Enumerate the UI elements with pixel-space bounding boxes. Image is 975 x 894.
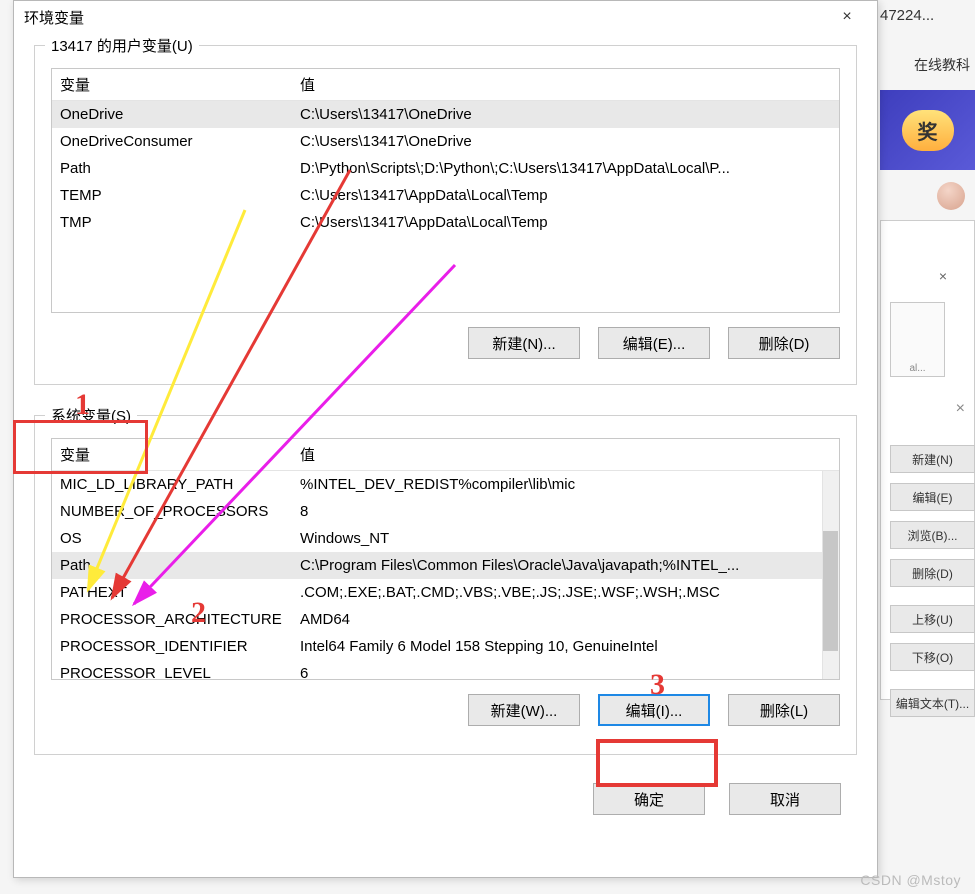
table-row[interactable]: PathD:\Python\Scripts\;D:\Python\;C:\Use… [52, 155, 839, 182]
var-name: MIC_LD_LIBRARY_PATH [52, 471, 292, 498]
system-edit-button[interactable]: 编辑(I)... [598, 694, 710, 726]
var-value: Intel64 Family 6 Model 158 Stepping 10, … [292, 633, 839, 660]
col-value[interactable]: 值 [292, 69, 839, 100]
system-delete-button[interactable]: 删除(L) [728, 694, 840, 726]
var-name: PROCESSOR_ARCHITECTURE [52, 606, 292, 633]
var-name: PROCESSOR_IDENTIFIER [52, 633, 292, 660]
system-vars-group: 系统变量(S) 变量 值 MIC_LD_LIBRARY_PATH%INTEL_D… [34, 415, 857, 755]
bg-banner-badge: 奖 [902, 110, 954, 151]
side-edit-text-button[interactable]: 编辑文本(T)... [890, 689, 975, 717]
table-row[interactable]: PathC:\Program Files\Common Files\Oracle… [52, 552, 839, 579]
var-value: C:\Program Files\Common Files\Oracle\Jav… [292, 552, 839, 579]
system-new-button[interactable]: 新建(W)... [468, 694, 580, 726]
ok-button[interactable]: 确定 [593, 783, 705, 815]
var-name: PROCESSOR_LEVEL [52, 660, 292, 680]
bg-panel-close-icon[interactable]: × [939, 268, 947, 284]
table-row[interactable]: OneDriveC:\Users\13417\OneDrive [52, 101, 839, 128]
var-name: Path [52, 155, 292, 182]
avatar[interactable] [937, 182, 965, 210]
dialog-title: 环境变量 [24, 7, 84, 28]
scrollbar[interactable] [822, 471, 839, 680]
user-delete-button[interactable]: 删除(D) [728, 327, 840, 359]
col-value[interactable]: 值 [292, 439, 839, 470]
var-name: Path [52, 552, 292, 579]
var-value: Windows_NT [292, 525, 839, 552]
side-up-button[interactable]: 上移(U) [890, 605, 975, 633]
bg-online-link[interactable]: 在线教科 [914, 55, 970, 75]
table-row[interactable]: PROCESSOR_LEVEL6 [52, 660, 839, 680]
system-vars-header: 变量 值 [52, 439, 839, 471]
table-row[interactable]: TEMPC:\Users\13417\AppData\Local\Temp [52, 182, 839, 209]
system-vars-table[interactable]: 变量 值 MIC_LD_LIBRARY_PATH%INTEL_DEV_REDIS… [51, 438, 840, 680]
side-delete-button[interactable]: 删除(D) [890, 559, 975, 587]
var-name: OneDriveConsumer [52, 128, 292, 155]
var-value: 8 [292, 498, 839, 525]
user-vars-title: 13417 的用户变量(U) [45, 35, 199, 56]
table-row[interactable]: TMPC:\Users\13417\AppData\Local\Temp [52, 209, 839, 236]
watermark: CSDN @Mstoy [860, 872, 961, 888]
bg-panel-thumb: al... [890, 302, 945, 377]
side-edit-button[interactable]: 编辑(E) [890, 483, 975, 511]
var-value: C:\Users\13417\OneDrive [292, 128, 839, 155]
user-vars-group: 13417 的用户变量(U) 变量 值 OneDriveC:\Users\134… [34, 45, 857, 385]
table-row[interactable]: NUMBER_OF_PROCESSORS8 [52, 498, 839, 525]
user-new-button[interactable]: 新建(N)... [468, 327, 580, 359]
side-close-icon[interactable]: × [956, 400, 965, 418]
var-name: OneDrive [52, 101, 292, 128]
side-down-button[interactable]: 下移(O) [890, 643, 975, 671]
bg-banner: 奖 [880, 90, 975, 170]
var-value: C:\Users\13417\AppData\Local\Temp [292, 182, 839, 209]
system-vars-title: 系统变量(S) [45, 405, 137, 426]
close-icon[interactable]: × [827, 8, 867, 26]
table-row[interactable]: MIC_LD_LIBRARY_PATH%INTEL_DEV_REDIST%com… [52, 471, 839, 498]
titlebar: 环境变量 × [14, 1, 877, 33]
table-row[interactable]: PROCESSOR_IDENTIFIERIntel64 Family 6 Mod… [52, 633, 839, 660]
user-vars-header: 变量 值 [52, 69, 839, 101]
side-new-button[interactable]: 新建(N) [890, 445, 975, 473]
var-value: %INTEL_DEV_REDIST%compiler\lib\mic [292, 471, 839, 498]
scroll-thumb[interactable] [823, 531, 838, 651]
var-value: 6 [292, 660, 839, 680]
var-value: AMD64 [292, 606, 839, 633]
var-name: OS [52, 525, 292, 552]
col-name[interactable]: 变量 [52, 69, 292, 100]
table-row[interactable]: PROCESSOR_ARCHITECTUREAMD64 [52, 606, 839, 633]
env-vars-dialog: 环境变量 × 13417 的用户变量(U) 变量 值 OneDriveC:\Us… [13, 0, 878, 878]
table-row[interactable]: PATHEXT.COM;.EXE;.BAT;.CMD;.VBS;.VBE;.JS… [52, 579, 839, 606]
var-value: D:\Python\Scripts\;D:\Python\;C:\Users\1… [292, 155, 839, 182]
var-value: C:\Users\13417\AppData\Local\Temp [292, 209, 839, 236]
var-name: NUMBER_OF_PROCESSORS [52, 498, 292, 525]
cancel-button[interactable]: 取消 [729, 783, 841, 815]
var-name: PATHEXT [52, 579, 292, 606]
side-browse-button[interactable]: 浏览(B)... [890, 521, 975, 549]
var-value: C:\Users\13417\OneDrive [292, 101, 839, 128]
var-name: TMP [52, 209, 292, 236]
var-value: .COM;.EXE;.BAT;.CMD;.VBS;.VBE;.JS;.JSE;.… [292, 579, 839, 606]
table-row[interactable]: OSWindows_NT [52, 525, 839, 552]
col-name[interactable]: 变量 [52, 439, 292, 470]
var-name: TEMP [52, 182, 292, 209]
bg-top-text: 47224... [880, 0, 975, 30]
table-row[interactable]: OneDriveConsumerC:\Users\13417\OneDrive [52, 128, 839, 155]
user-vars-table[interactable]: 变量 值 OneDriveC:\Users\13417\OneDriveOneD… [51, 68, 840, 313]
user-edit-button[interactable]: 编辑(E)... [598, 327, 710, 359]
